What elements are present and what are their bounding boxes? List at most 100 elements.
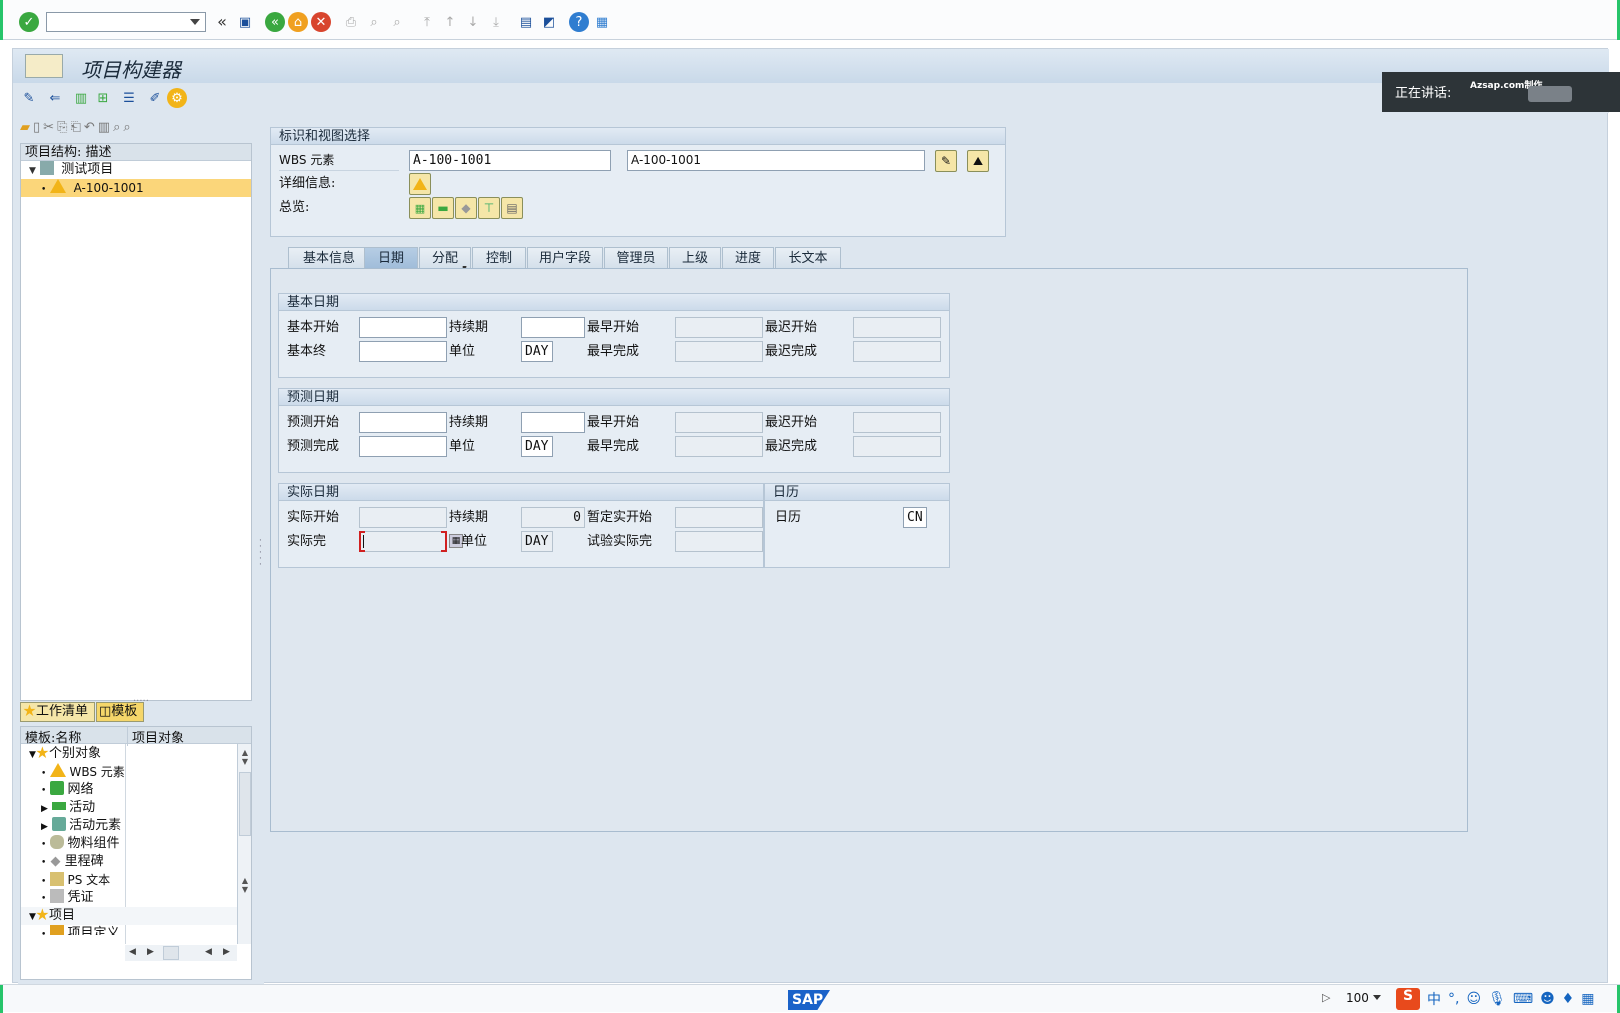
scroll-thumb-h[interactable] [163,946,179,960]
first-page-icon[interactable]: ⤒ [417,12,437,32]
template-node-project-def[interactable]: • 项目定义 [21,925,237,935]
collapse-icon[interactable]: « [212,12,232,32]
new-icon[interactable]: ▯ [33,120,40,140]
horizontal-scrollbar[interactable]: ◀ ▶ ◀ ▶ [125,945,237,961]
ime-mode-icon[interactable]: 中 [1427,989,1441,1009]
wbs-description-input[interactable]: A-100-1001 [627,150,925,171]
splitter-grip[interactable]: ····· [259,537,262,570]
tree-node-wbs[interactable]: • A-100-1001 [21,179,251,197]
chevron-down-icon[interactable] [190,19,200,25]
template-node-project[interactable]: ▼★项目 [21,907,237,925]
edit-icon[interactable]: ✐ [145,88,165,108]
expand-triangle-icon[interactable]: ▼ [29,750,36,760]
forecast-start-input[interactable] [359,412,447,433]
scroll-down-icon[interactable]: ▼ [238,757,251,766]
display-picture-button[interactable]: ⛰ [967,150,989,172]
skin-icon[interactable]: ♦ [1562,991,1575,1007]
template-node-ps-text[interactable]: • PS 文本 [21,871,237,889]
tab-basic[interactable]: 基本信息 [288,247,370,269]
delete-icon[interactable]: ▥ [98,120,110,140]
print-icon[interactable]: ⎙ [341,12,361,32]
grid-icon[interactable]: ▦ [1581,991,1594,1007]
next-page-icon[interactable]: ↓ [463,12,483,32]
scroll-right-icon[interactable]: ▶ [223,947,230,957]
calendar-input[interactable]: CN [903,507,927,528]
structure-icon[interactable]: ▥ [71,88,91,108]
scroll-up-icon[interactable]: ▲ [238,748,251,757]
wbs-input[interactable]: A-100-1001 [409,150,611,171]
tab-superior[interactable]: 上级 [669,247,721,269]
overview-text-button[interactable]: ⊤ [478,197,500,219]
tab-worklist[interactable]: ★工作清单 [20,702,95,722]
cancel-icon[interactable]: ✕ [311,12,331,32]
user-icon[interactable]: ☻ [1540,991,1555,1007]
find-next-icon[interactable]: ⌕ [387,12,407,32]
zoom-value[interactable]: 100 [1346,991,1369,1005]
scroll-up-icon[interactable]: ▲ [238,876,251,885]
scroll-down-icon[interactable]: ▼ [238,885,251,894]
tab-dates[interactable]: 日期 [364,247,418,269]
emoji-icon[interactable]: ☺ [1466,991,1481,1007]
back-object-icon[interactable]: ⇐ [45,88,65,108]
paste-icon[interactable]: ⎗ [70,120,80,140]
cut-icon[interactable]: ✂ [43,120,54,140]
scroll-left-icon[interactable]: ◀ [129,947,136,957]
change-description-button[interactable]: ✎ [935,150,957,172]
expand-triangle-icon[interactable]: ▼ [29,912,36,922]
template-node-document[interactable]: • 凭证 [21,889,237,907]
hierarchy-icon[interactable]: ⊞ [93,88,113,108]
template-node-activity-element[interactable]: ▶ 活动元素 [21,817,237,835]
tab-progress[interactable]: 进度 [722,247,774,269]
tab-long-text[interactable]: 长文本 [775,247,841,269]
overview-network-button[interactable]: ▦ [409,197,431,219]
keyboard-icon[interactable]: ⌨ [1513,991,1533,1007]
expand-all-icon[interactable]: ☰ [119,88,139,108]
pane-splitter[interactable]: · · · · · [258,118,264,984]
find-next-tree-icon[interactable]: ⌕ [123,120,130,140]
template-node-material[interactable]: • 物料组件 [21,835,237,853]
overview-document-button[interactable]: ▤ [501,197,523,219]
exit-icon[interactable]: ⌂ [288,12,308,32]
undo-icon[interactable]: ↶ [84,120,95,140]
expand-right-icon[interactable]: ▶ [41,822,48,832]
basic-start-input[interactable] [359,317,447,338]
tab-templates[interactable]: ◫模板 [96,702,144,722]
back-icon[interactable]: « [265,12,285,32]
detail-wbs-button[interactable] [409,173,431,195]
unit-input[interactable]: DAY [521,341,553,362]
scroll-left-icon[interactable]: ◀ [205,947,212,957]
duration-input[interactable] [521,412,585,433]
expand-triangle-icon[interactable]: ▼ [29,166,36,176]
microphone-icon[interactable]: 🎙 [1488,991,1506,1007]
scroll-right-icon[interactable]: ▶ [147,947,154,957]
status-toggle-icon[interactable]: ▷ [1322,991,1330,1004]
find-icon[interactable]: ⌕ [364,12,384,32]
tab-user-fields[interactable]: 用户字段 [527,247,603,269]
display-change-icon[interactable]: ✎ [19,88,39,108]
template-node-milestone[interactable]: • ◆ 里程碑 [21,853,237,871]
template-node-network[interactable]: • 网络 [21,781,237,799]
copy-icon[interactable]: ⎘ [57,120,67,140]
options-icon[interactable]: ⚙ [167,88,187,108]
save-icon[interactable]: ▣ [235,12,255,32]
chevron-down-icon[interactable] [1373,995,1381,1000]
new-session-icon[interactable]: ▤ [516,12,536,32]
command-field[interactable] [46,12,206,32]
shortcut-icon[interactable]: ◩ [539,12,559,32]
basic-end-input[interactable] [359,341,447,362]
forecast-end-input[interactable] [359,436,447,457]
tab-responsibles[interactable]: 管理员 [604,247,668,269]
overview-milestone-button[interactable]: ◆ [455,197,477,219]
expand-right-icon[interactable]: ▶ [41,804,48,814]
template-node-activity[interactable]: ▶ 活动 [21,799,237,817]
customize-layout-icon[interactable]: ▦ [592,12,612,32]
overview-activity-button[interactable]: ▬ [432,197,454,219]
template-node-single[interactable]: ▼★个别对象 [21,745,237,763]
column-header-name[interactable]: 模板:名称 [25,727,81,746]
template-node-wbs[interactable]: • WBS 元素 [21,763,237,781]
find-tree-icon[interactable]: ⌕ [113,120,120,140]
prev-page-icon[interactable]: ↑ [440,12,460,32]
column-header-object[interactable]: 项目对象 [127,727,237,746]
unit-input[interactable]: DAY [521,436,553,457]
actual-end-input[interactable] [359,531,447,552]
